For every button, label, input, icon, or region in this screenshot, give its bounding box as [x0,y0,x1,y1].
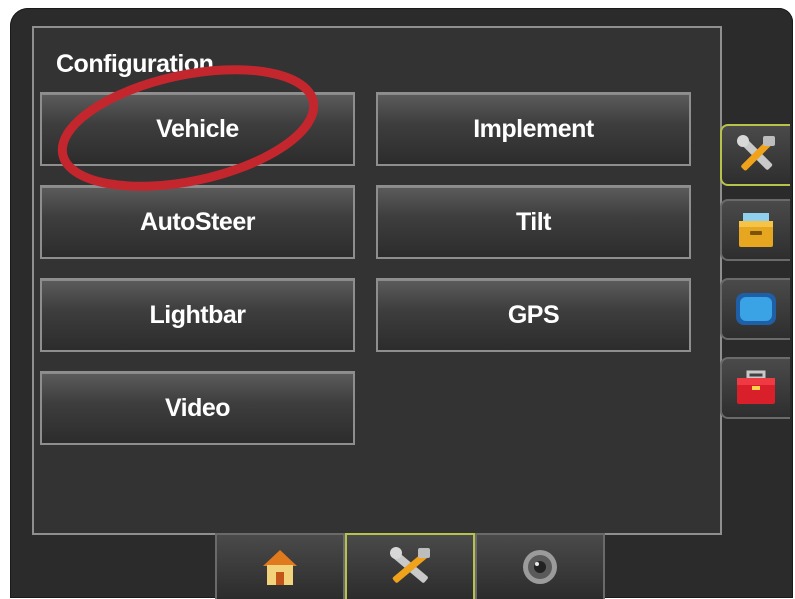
toolbox-icon [737,370,775,404]
video-button[interactable]: Video [40,371,355,445]
side-tab-data[interactable] [720,199,790,261]
tools-icon [390,547,430,583]
gps-button[interactable]: GPS [376,278,691,352]
vehicle-button[interactable]: Vehicle [40,92,355,166]
tools-icon [737,135,775,171]
tilt-button[interactable]: Tilt [376,185,691,259]
bottom-tab-camera[interactable] [475,533,605,599]
home-icon [263,550,297,585]
autosteer-button[interactable]: AutoSteer [40,185,355,259]
lightbar-button[interactable]: Lightbar [40,278,355,352]
camera-icon [523,550,557,584]
display-icon [736,293,776,325]
implement-button[interactable]: Implement [376,92,691,166]
bottom-tab-tools[interactable] [345,533,475,599]
side-tab-display[interactable] [720,278,790,340]
bottom-tab-home[interactable] [215,533,345,599]
side-tab-tools[interactable] [720,124,790,186]
file-drawer-icon [739,213,773,247]
panel-title: Configuration [56,50,214,78]
side-tab-console[interactable] [720,357,790,419]
